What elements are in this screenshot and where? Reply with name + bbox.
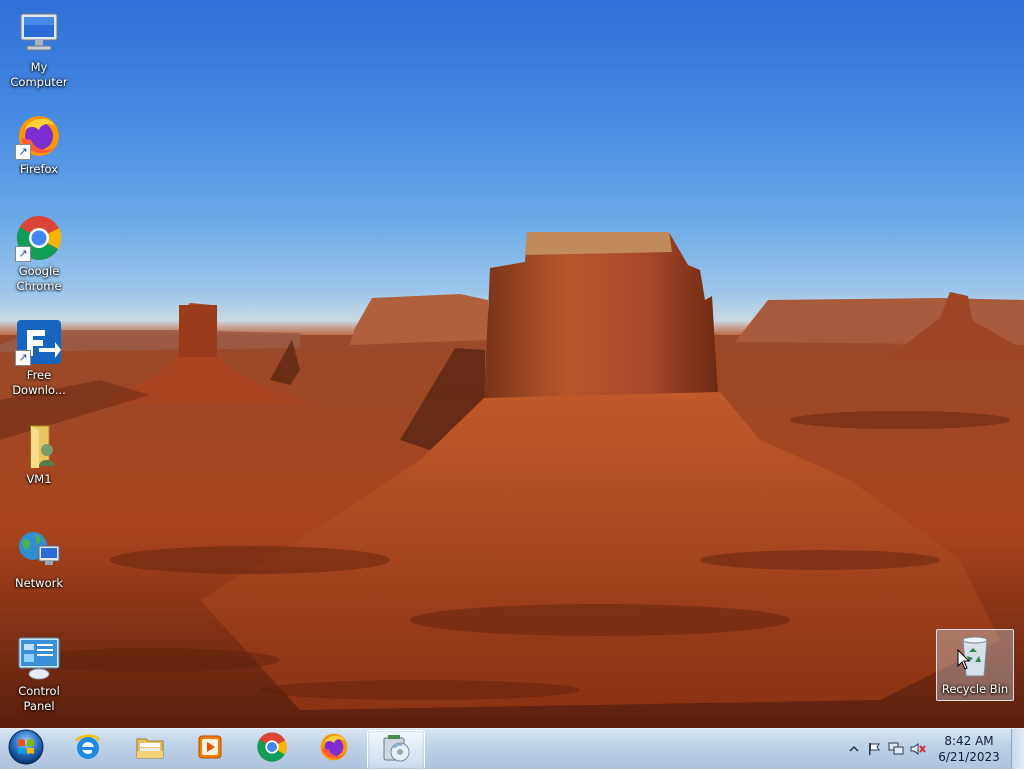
desktop-icon-recycle-bin[interactable]: Recycle Bin [936, 629, 1014, 701]
control-panel-icon [15, 634, 63, 682]
system-tray: 8:42 AM 6/21/2023 [844, 729, 1024, 769]
media-player-icon [194, 731, 226, 767]
desktop-icon-free-download-manager[interactable]: ↗ Free Downlo... [1, 318, 77, 398]
chrome-icon: ↗ [15, 214, 63, 262]
desktop-icon-label: My Computer [10, 60, 68, 89]
desktop-icon-label: Network [14, 576, 64, 590]
taskbar-button-file-explorer[interactable] [122, 730, 178, 768]
free-download-manager-icon: ↗ [15, 318, 63, 366]
shortcut-arrow-icon: ↗ [15, 246, 31, 262]
desktop-icon-network[interactable]: Network [1, 526, 77, 591]
shortcut-arrow-icon: ↗ [15, 144, 31, 160]
network-icon [15, 526, 63, 574]
network-status-icon[interactable] [888, 741, 904, 757]
mouse-cursor-icon [957, 648, 971, 675]
user-folder-icon [15, 422, 63, 470]
taskbar-button-chrome[interactable] [244, 730, 300, 768]
taskbar: 8:42 AM 6/21/2023 [0, 728, 1024, 770]
show-hidden-icons-chevron-icon[interactable] [846, 741, 862, 757]
volume-muted-icon[interactable] [910, 741, 926, 757]
desktop-icon-my-computer[interactable]: My Computer [1, 10, 77, 90]
desktop-wallpaper [0, 232, 1024, 728]
action-center-flag-icon[interactable] [866, 741, 882, 757]
clock-date: 6/21/2023 [938, 750, 1000, 764]
desktop-icon-control-panel[interactable]: Control Panel [1, 634, 77, 714]
desktop-icon-vm1[interactable]: VM1 [1, 422, 77, 487]
taskbar-button-disc-app[interactable] [367, 730, 425, 770]
computer-icon [15, 10, 63, 58]
desktop-icon-label: VM1 [26, 472, 52, 486]
desktop-icon-label: Firefox [19, 162, 59, 176]
chrome-icon [256, 731, 288, 767]
clock-time: 8:42 AM [944, 734, 994, 748]
internet-explorer-icon [72, 731, 104, 767]
desktop-icon-label: Recycle Bin [941, 682, 1009, 696]
desktop[interactable]: My Computer ↗ Firefox ↗ Google Chrome ↗ … [0, 0, 1024, 728]
windows-start-orb-icon [8, 729, 44, 769]
firefox-icon [318, 731, 350, 767]
desktop-icon-label: Google Chrome [16, 264, 62, 293]
start-button[interactable] [6, 729, 46, 769]
file-explorer-icon [134, 731, 166, 767]
taskbar-button-firefox[interactable] [306, 730, 362, 768]
desktop-icon-label: Control Panel [18, 684, 60, 713]
desktop-icon-google-chrome[interactable]: ↗ Google Chrome [1, 214, 77, 294]
taskbar-button-media-player[interactable] [182, 730, 238, 768]
clock[interactable]: 8:42 AM 6/21/2023 [934, 733, 1004, 765]
desktop-icon-label: Free Downlo... [12, 368, 66, 397]
desktop-icon-firefox[interactable]: ↗ Firefox [1, 112, 77, 177]
taskbar-button-internet-explorer[interactable] [60, 730, 116, 768]
firefox-icon: ↗ [15, 112, 63, 160]
shortcut-arrow-icon: ↗ [15, 350, 31, 366]
disc-app-icon [380, 732, 412, 768]
show-desktop-button[interactable] [1011, 729, 1024, 769]
